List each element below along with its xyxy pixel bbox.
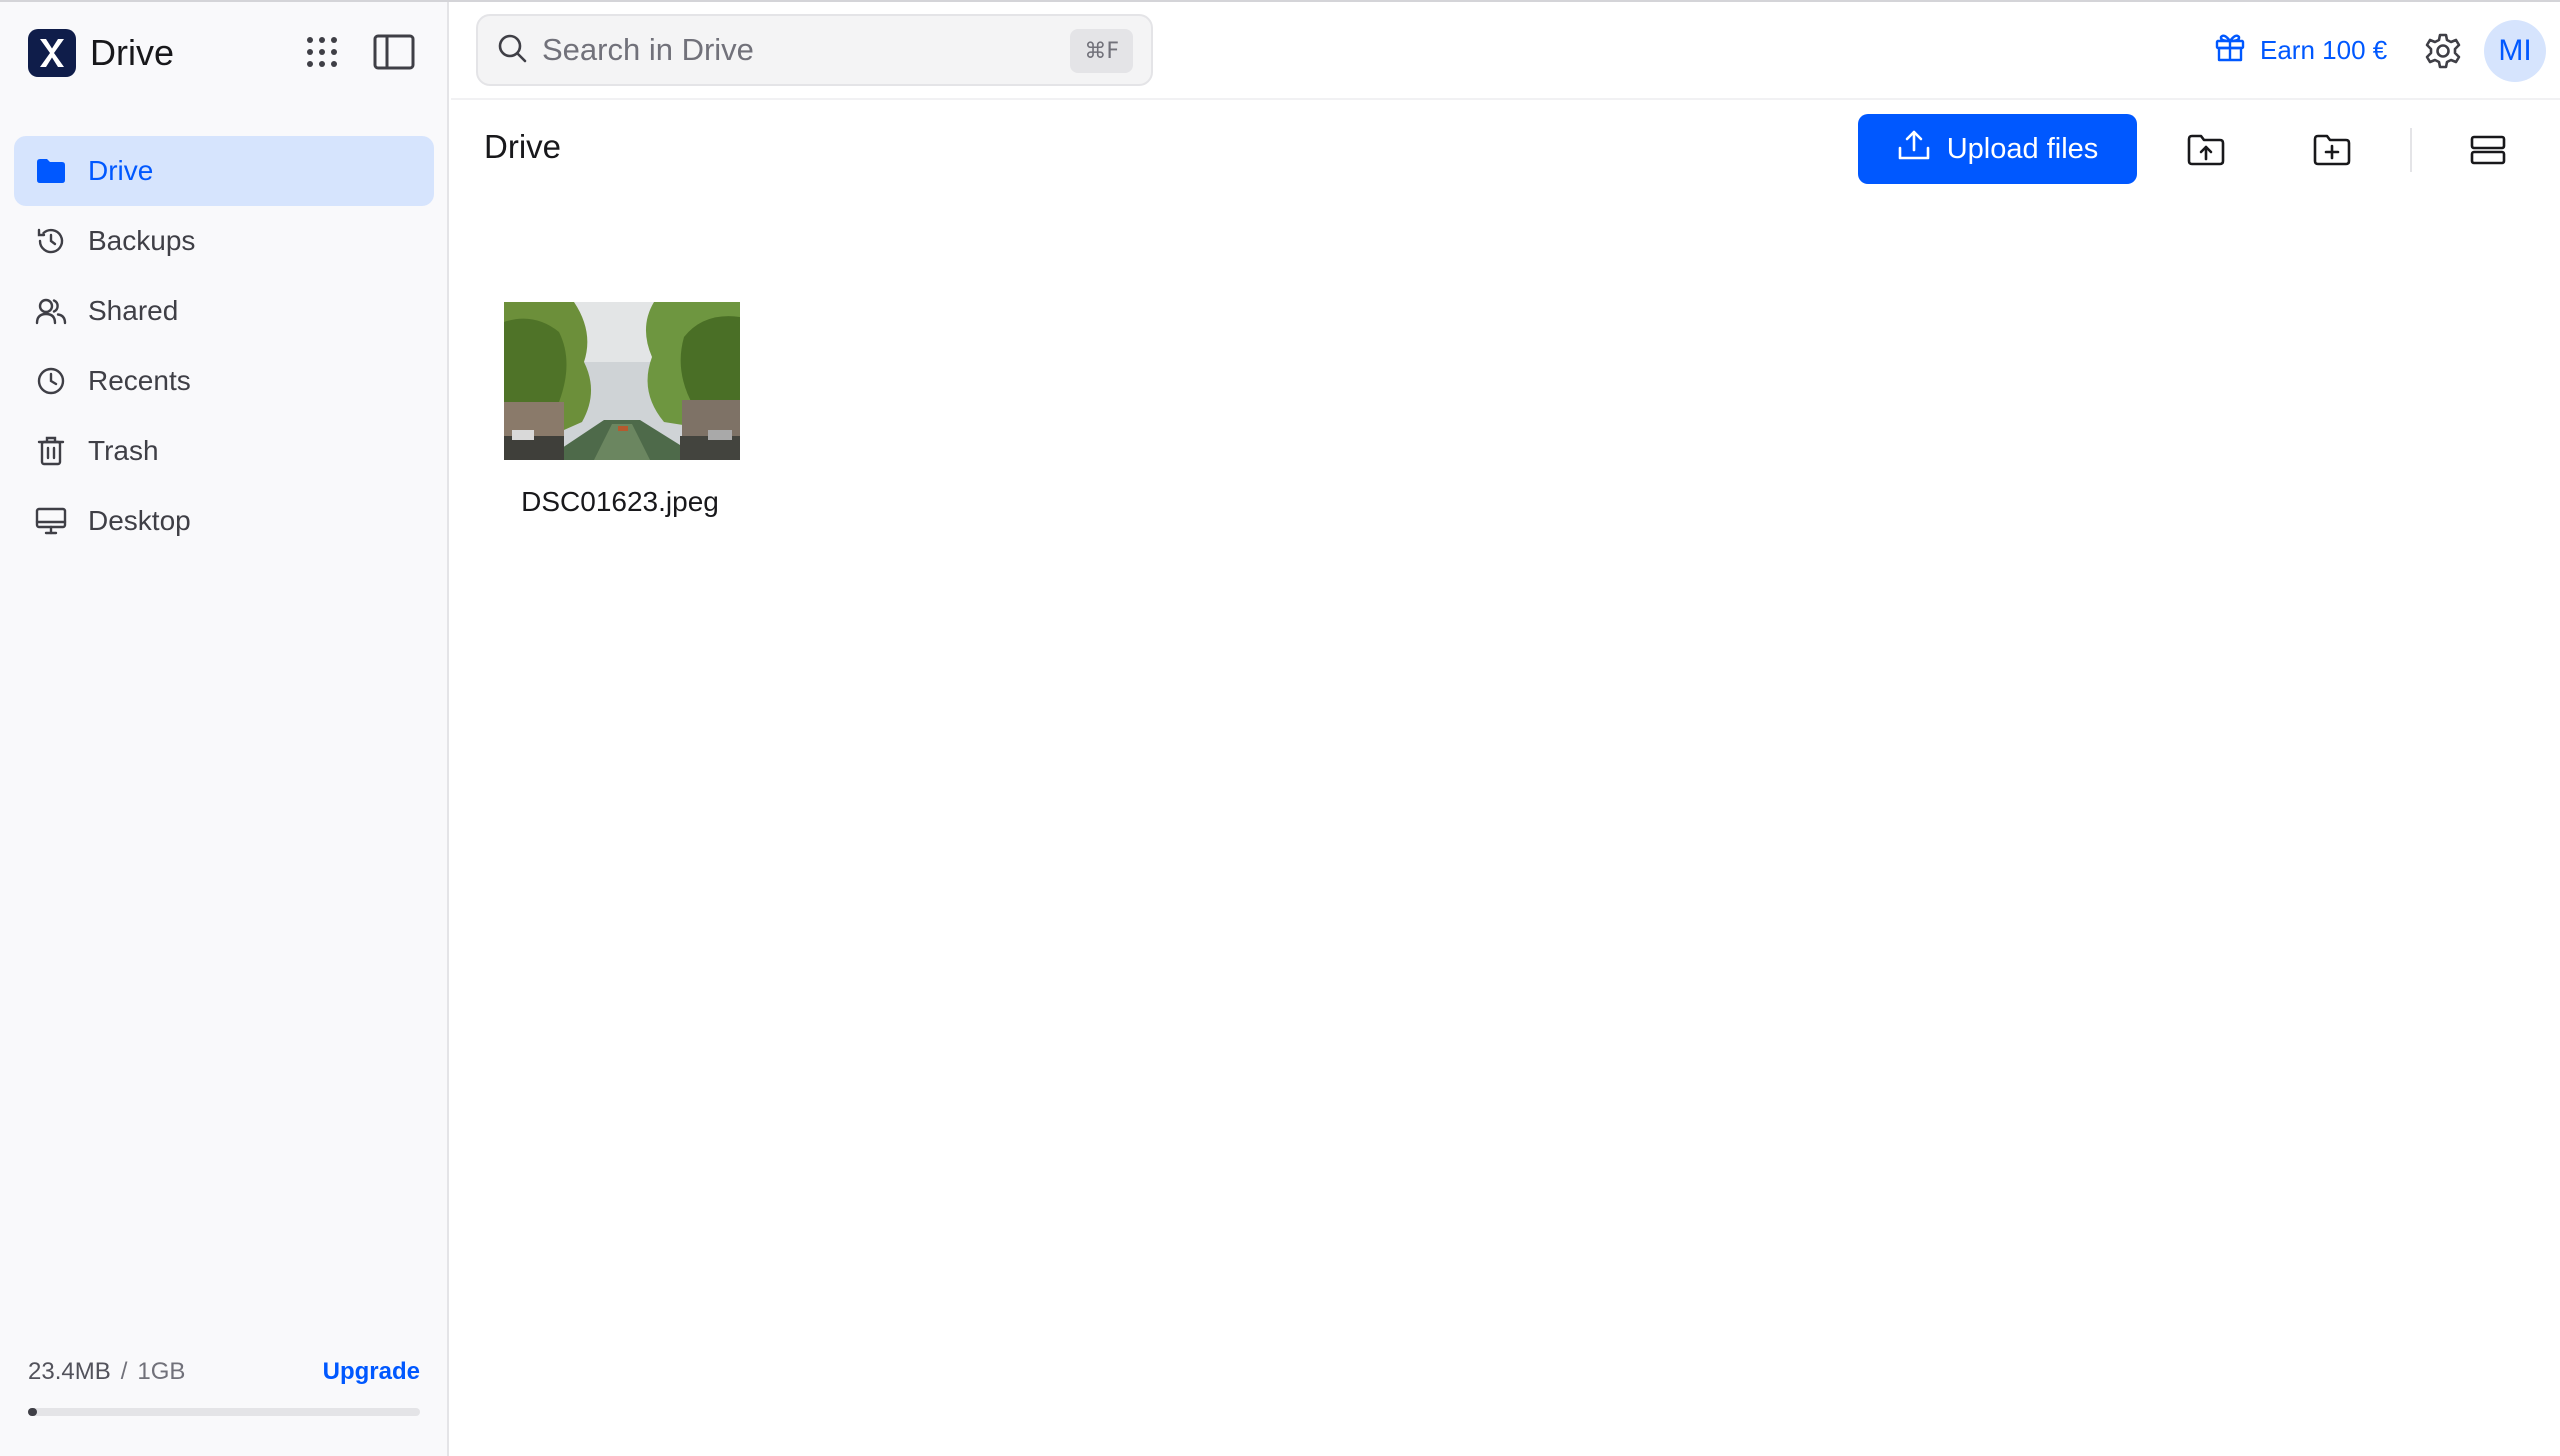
settings-gear-icon[interactable]: [2420, 28, 2466, 74]
upload-icon: [1897, 128, 1931, 170]
sidebar: Drive Drive Backups Shared Recents Trash…: [0, 2, 449, 1456]
list-view-icon[interactable]: [2458, 120, 2518, 180]
apps-grid-icon[interactable]: [300, 30, 344, 74]
upload-files-label: Upload files: [1946, 132, 2099, 165]
sidebar-item-label: Drive: [88, 155, 154, 186]
page-title: Drive: [484, 128, 562, 165]
sidebar-item-desktop[interactable]: Desktop: [14, 486, 434, 556]
user-avatar[interactable]: MI: [2484, 20, 2546, 82]
storage-progress-fill: [28, 1408, 38, 1416]
folder-icon: [34, 154, 68, 188]
sidebar-item-trash[interactable]: Trash: [14, 416, 434, 486]
sidebar-item-label: Backups: [88, 225, 196, 256]
sidebar-item-recents[interactable]: Recents: [14, 346, 434, 416]
sidebar-item-backups[interactable]: Backups: [14, 206, 434, 276]
users-icon: [34, 294, 68, 328]
trash-icon: [34, 434, 68, 468]
search-icon: [496, 32, 528, 69]
image-thumbnail: [504, 302, 740, 460]
storage-total: 1GB: [137, 1358, 186, 1385]
sidebar-item-label: Recents: [88, 365, 191, 396]
sidebar-item-shared[interactable]: Shared: [14, 276, 434, 346]
clock-icon: [34, 364, 68, 398]
earn-referral-button[interactable]: Earn 100 €: [2214, 28, 2387, 72]
earn-label: Earn 100 €: [2260, 34, 2388, 65]
upgrade-link[interactable]: Upgrade: [323, 1358, 420, 1386]
desktop-icon: [34, 504, 68, 538]
upload-folder-icon[interactable]: [2176, 120, 2236, 180]
history-icon: [34, 224, 68, 258]
sidebar-nav: Drive Backups Shared Recents Trash Deskt…: [14, 136, 434, 556]
storage-used: 23.4MB: [28, 1358, 111, 1385]
storage-progress-bar: [28, 1408, 420, 1416]
sidebar-item-drive[interactable]: Drive: [14, 136, 434, 206]
app-name: Drive: [90, 32, 175, 73]
storage-usage: 23.4MB / 1GB Upgrade: [28, 1358, 420, 1416]
app-logo: [28, 29, 76, 77]
sidebar-item-label: Trash: [88, 435, 159, 466]
brand[interactable]: Drive: [28, 28, 174, 78]
search-shortcut-badge: ⌘F: [1070, 29, 1133, 73]
sidebar-item-label: Shared: [88, 295, 179, 326]
sidebar-item-label: Desktop: [88, 505, 191, 536]
search-input[interactable]: Search in Drive ⌘F: [476, 14, 1153, 86]
search-placeholder: Search in Drive: [542, 32, 754, 67]
file-name: DSC01623.jpeg: [521, 486, 719, 517]
new-folder-icon[interactable]: [2302, 120, 2362, 180]
storage-separator: /: [120, 1358, 128, 1385]
toolbar-divider: [2410, 128, 2412, 172]
sidebar-toggle-icon[interactable]: [372, 30, 416, 74]
upload-files-button[interactable]: Upload files: [1858, 114, 2137, 184]
header-divider: [451, 98, 2560, 100]
gift-icon: [2214, 31, 2246, 70]
